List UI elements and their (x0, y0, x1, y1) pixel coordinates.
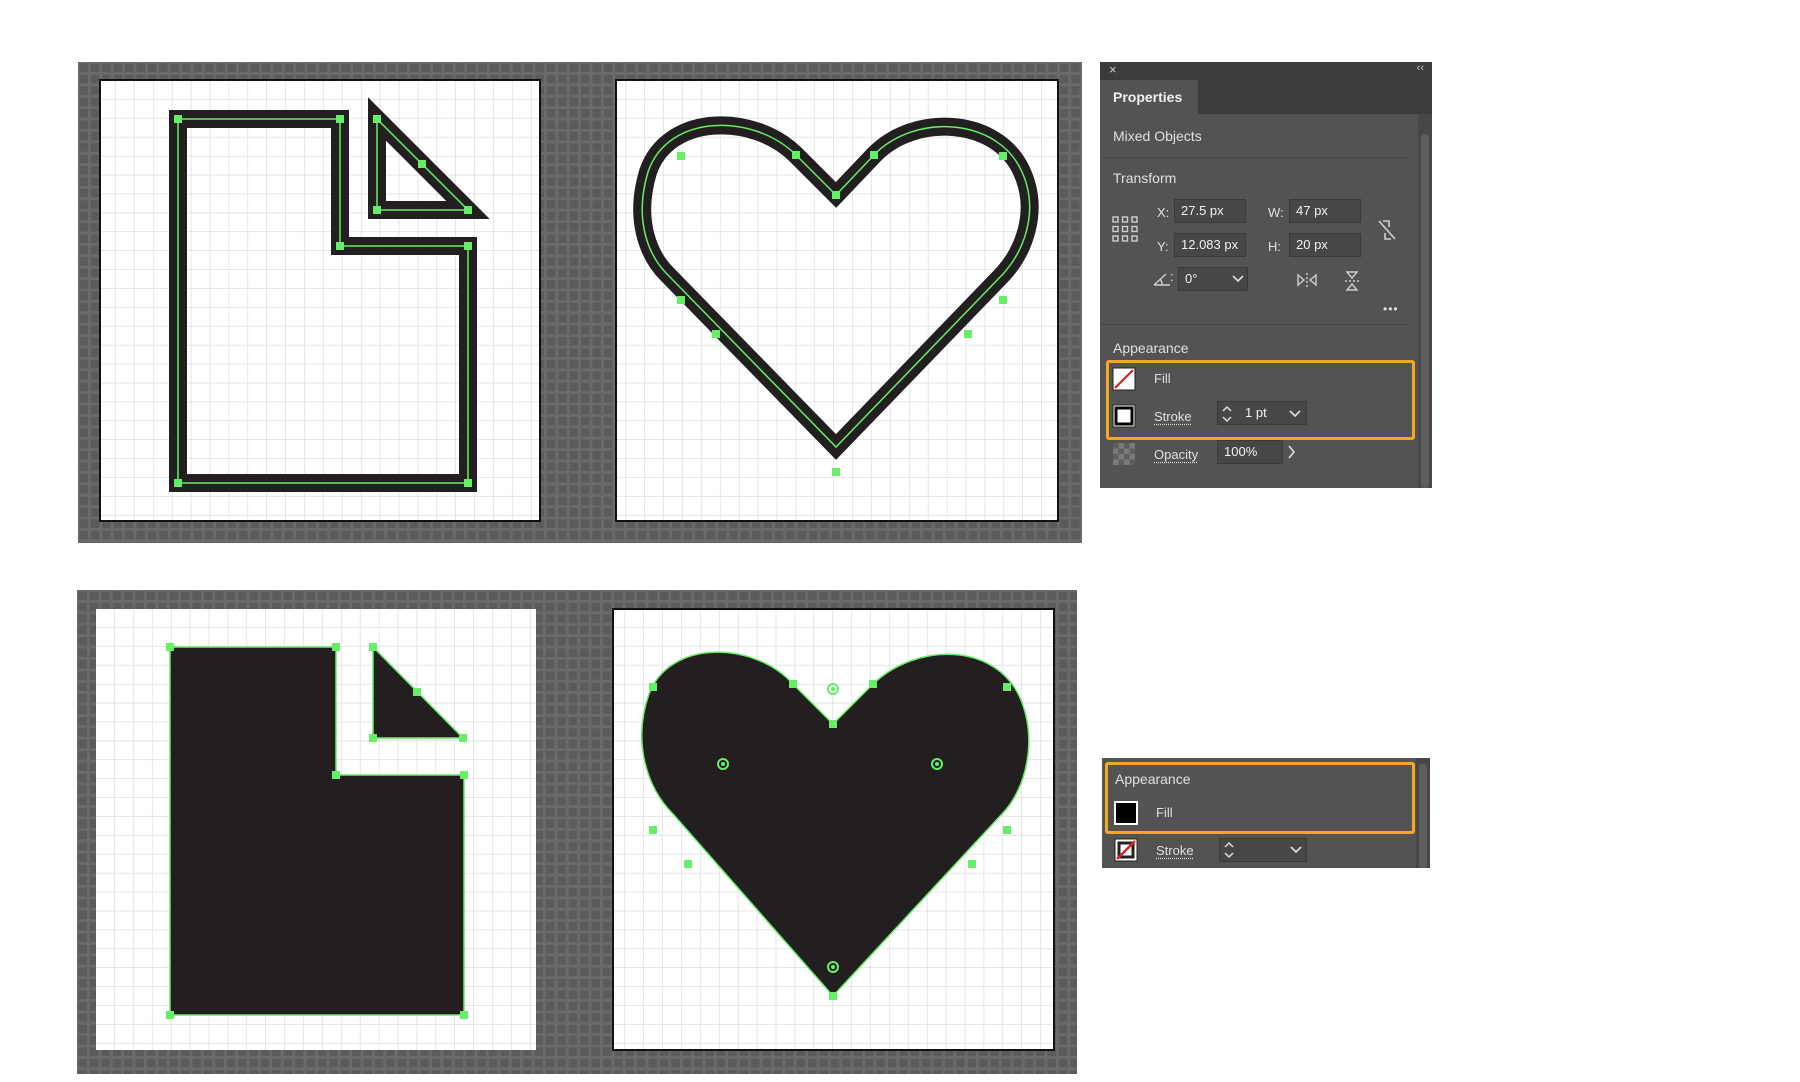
reference-point-icon[interactable] (1112, 216, 1138, 242)
panel-tab-bar: Properties (1100, 80, 1432, 114)
flip-horizontal-icon[interactable] (1296, 272, 1318, 288)
more-options-icon[interactable]: ••• (1383, 302, 1399, 316)
stroke-none-swatch-icon[interactable] (1114, 838, 1138, 862)
collapse-icon[interactable]: ‹‹ (1417, 62, 1424, 74)
opacity-field[interactable]: 100% (1217, 440, 1283, 464)
chevron-down-icon[interactable] (1232, 274, 1244, 284)
bottom-artboards[interactable] (77, 590, 1077, 1074)
y-label: Y: (1157, 239, 1169, 254)
y-field[interactable]: 12.083 px (1174, 233, 1246, 257)
properties-panel: × ‹‹ Properties Mixed Objects Transform … (1100, 62, 1432, 488)
appearance-section-title: Appearance (1113, 340, 1189, 356)
panel-title-bar: × ‹‹ (1100, 62, 1432, 80)
rotate-angle-value: 0° (1185, 271, 1198, 286)
h-label: H: (1268, 239, 1281, 254)
panel-scrollbar[interactable] (1416, 758, 1430, 868)
flip-vertical-icon[interactable] (1344, 270, 1360, 292)
chevron-right-icon[interactable] (1287, 445, 1297, 459)
stepper-icon[interactable] (1222, 839, 1236, 861)
x-field[interactable]: 27.5 px (1174, 199, 1246, 223)
chevron-down-icon[interactable] (1290, 845, 1302, 855)
selection-type-label: Mixed Objects (1113, 128, 1202, 144)
opacity-label[interactable]: Opacity (1154, 447, 1198, 462)
close-icon[interactable]: × (1109, 62, 1117, 77)
appearance-highlight-box (1106, 360, 1415, 440)
h-field[interactable]: 20 px (1289, 233, 1361, 257)
appearance-highlight-box (1105, 762, 1415, 834)
transform-section-title: Transform (1113, 170, 1177, 186)
panel-scrollbar[interactable] (1418, 114, 1432, 488)
rotate-angle-icon (1153, 273, 1170, 286)
constrain-proportions-icon[interactable] (1376, 218, 1398, 242)
appearance-panel: Appearance Fill Stroke (1102, 758, 1430, 868)
document-filled-icon[interactable] (166, 643, 468, 1019)
divider (1100, 157, 1410, 158)
w-field[interactable]: 47 px (1289, 199, 1361, 223)
stroke-label[interactable]: Stroke (1156, 843, 1194, 858)
w-label: W: (1268, 205, 1284, 220)
top-artboards[interactable] (78, 62, 1082, 543)
opacity-checker-icon[interactable] (1112, 442, 1136, 466)
x-label: X: (1157, 205, 1170, 220)
tab-properties[interactable]: Properties (1100, 80, 1198, 114)
divider (1100, 324, 1410, 325)
angle-colon: : (1170, 269, 1174, 284)
